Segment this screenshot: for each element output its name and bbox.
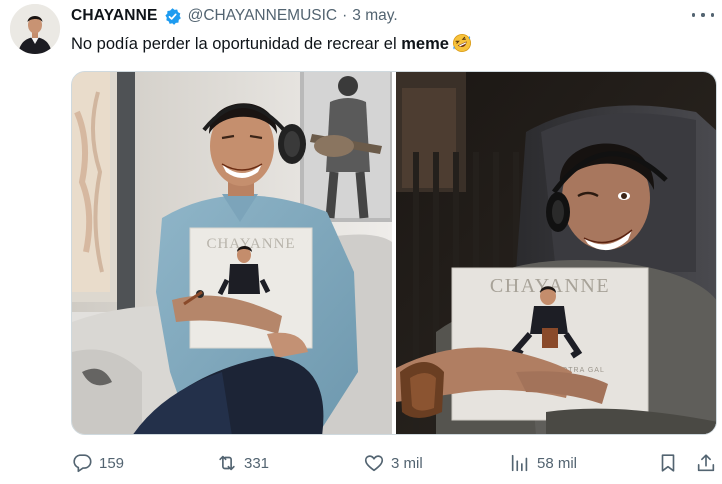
avatar[interactable] [10,4,60,54]
views-count: 58 mil [537,454,578,472]
tweet-date[interactable]: 3 may. [352,7,397,25]
like-count: 3 mil [391,454,423,472]
bookmark-button[interactable] [657,450,679,476]
tweet-card[interactable]: CHAYANNE @CHAYANNEMUSIC · 3 may. No podí… [0,0,722,484]
tweet-text-prefix: No podía perder la oportunidad de recrea… [71,35,402,53]
tweet-header: CHAYANNE @CHAYANNEMUSIC · 3 may. [71,6,398,26]
tweet-actions: 159 331 3 mil 58 mil [71,450,717,476]
repost-button[interactable]: 331 [216,450,269,476]
verified-badge-icon [163,7,182,26]
views-chart-icon [509,452,531,474]
bookmark-icon [657,452,679,474]
views-button[interactable]: 58 mil [509,450,577,476]
photo-chayanne-winking[interactable]: CHAYANNE DE OTRA GAL [396,72,716,434]
like-button[interactable]: 3 mil [363,450,423,476]
heart-icon [363,452,385,474]
reply-icon [71,452,93,474]
photo-chayanne-laughing[interactable]: CHAYANNE [72,72,392,434]
repost-count: 331 [244,454,270,472]
tweet-text: No podía perder la oportunidad de recrea… [71,33,472,54]
share-icon [695,452,717,474]
more-options-icon[interactable] [692,6,714,24]
separator-dot: · [342,7,348,24]
rolling-on-floor-laughing-emoji-icon [452,33,472,53]
author-handle[interactable]: @CHAYANNEMUSIC [188,7,338,25]
tweet-text-bold: meme [401,35,449,53]
reply-button[interactable]: 159 [71,450,124,476]
author-name[interactable]: CHAYANNE [71,7,158,25]
share-button[interactable] [695,450,717,476]
media-grid: CHAYANNE CHAYANNE DE OTRA GAL [71,71,717,435]
reply-count: 159 [99,454,125,472]
repost-icon [216,452,238,474]
